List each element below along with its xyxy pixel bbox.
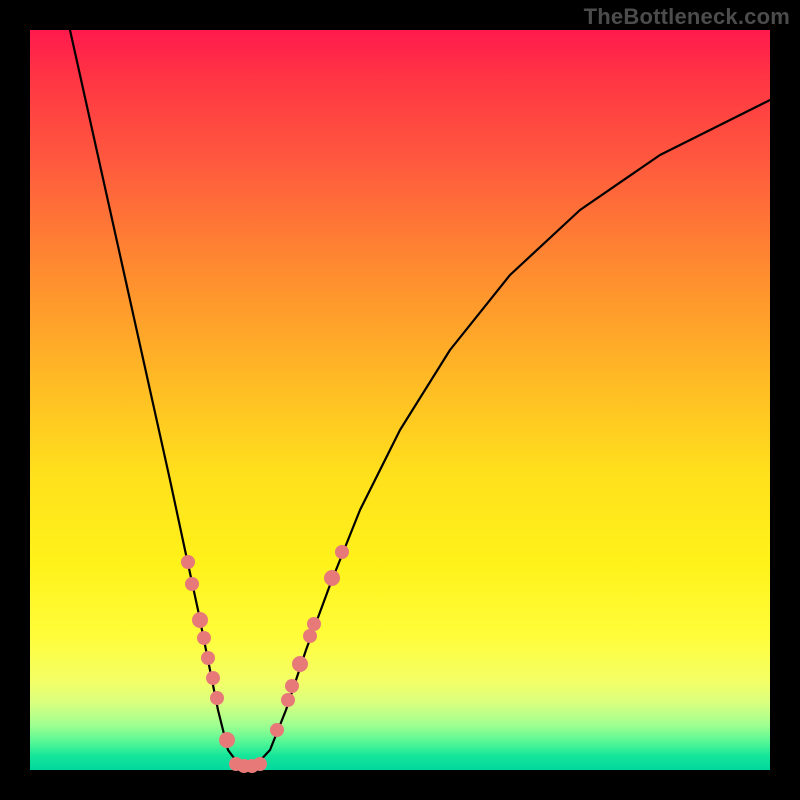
bottleneck-curve (70, 30, 770, 766)
data-marker (206, 671, 220, 685)
data-marker (201, 651, 215, 665)
data-marker (307, 617, 321, 631)
data-marker (303, 629, 317, 643)
data-marker (253, 757, 267, 771)
data-marker (210, 691, 224, 705)
data-marker (185, 577, 199, 591)
watermark-text: TheBottleneck.com (584, 4, 790, 30)
data-marker (197, 631, 211, 645)
data-marker (281, 693, 295, 707)
data-marker (292, 656, 308, 672)
data-markers (181, 545, 349, 773)
data-marker (270, 723, 284, 737)
chart-frame (30, 30, 770, 770)
data-marker (335, 545, 349, 559)
data-marker (192, 612, 208, 628)
data-marker (324, 570, 340, 586)
data-marker (285, 679, 299, 693)
bottleneck-chart (30, 30, 770, 770)
data-marker (181, 555, 195, 569)
data-marker (219, 732, 235, 748)
